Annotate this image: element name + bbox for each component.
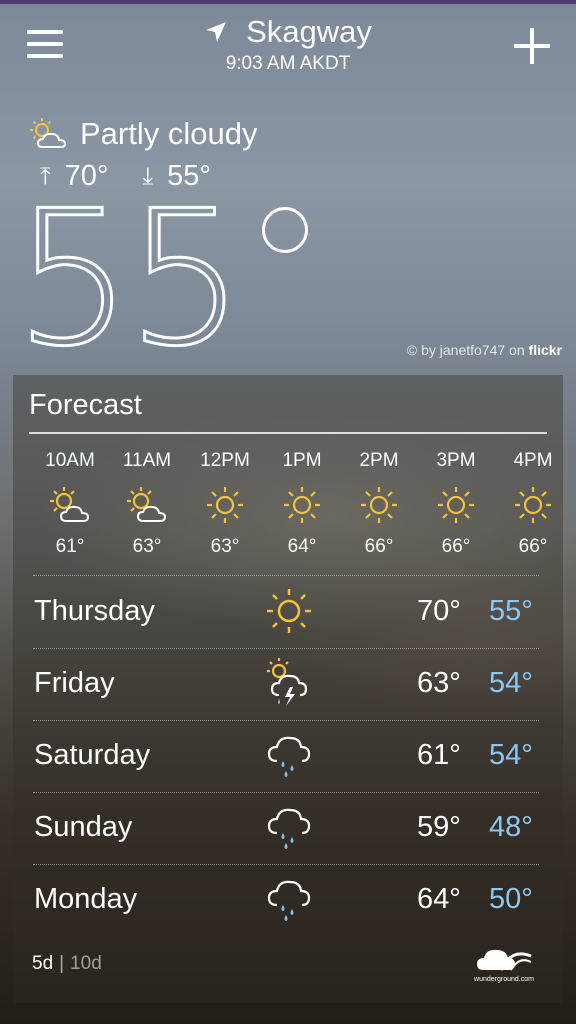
day-low: 48° <box>489 811 533 843</box>
hour-item: 11AM 63° <box>107 450 187 558</box>
wunderground-logo[interactable]: wunderground.com <box>471 942 537 986</box>
location-arrow-icon <box>206 22 227 42</box>
row-separator <box>33 575 539 576</box>
day-name: Friday <box>34 667 115 699</box>
sun-icon <box>267 589 311 633</box>
day-low: 55° <box>489 595 533 627</box>
day-high: 61° <box>417 739 461 771</box>
flickr-logo: flickr <box>528 342 562 358</box>
rain-icon <box>267 736 311 777</box>
day-low: 54° <box>489 667 533 699</box>
status-strip <box>0 0 576 4</box>
wunderground-icon <box>477 949 532 971</box>
hour-item: 2PM 66° <box>339 450 419 558</box>
day-high: 64° <box>417 883 461 915</box>
hour-item: 4PM 66° <box>493 450 563 558</box>
hour-temp: 66° <box>441 536 471 557</box>
condition-text: Partly cloudy <box>80 116 258 151</box>
day-low: 54° <box>489 739 533 771</box>
hour-label: 12PM <box>200 450 250 471</box>
photo-credit[interactable]: © by janetfo747 on flickr <box>407 342 562 358</box>
hour-item: 3PM 66° <box>416 450 496 558</box>
hour-label: 4PM <box>513 450 553 471</box>
day-high: 63° <box>417 667 461 699</box>
hour-label: 3PM <box>436 450 476 471</box>
sun-icon <box>361 487 397 523</box>
hour-label: 11AM <box>122 450 172 471</box>
day-name: Thursday <box>34 595 155 627</box>
hour-label: 10AM <box>45 450 95 471</box>
day-name: Monday <box>34 883 138 915</box>
credit-text: © by janetfo747 on <box>406 342 525 358</box>
daily-row[interactable]: Friday 63° 54° <box>13 649 563 721</box>
thunderstorm-icon <box>267 658 308 706</box>
hour-item: 12PM 63° <box>185 450 265 558</box>
hour-temp: 61° <box>55 536 85 557</box>
daily-row[interactable]: Monday 64° 50° <box>13 865 563 937</box>
daily-row[interactable]: Thursday 70° 55° <box>13 577 563 649</box>
forecast-range-tabs: 5d | 10d <box>32 953 102 975</box>
forecast-panel: Forecast 10AM 61° 11AM 63° 12PM 63° 1PM … <box>13 375 563 1003</box>
forecast-title: Forecast <box>29 389 142 421</box>
hourly-forecast[interactable]: 10AM 61° 11AM 63° 12PM 63° 1PM 64° 2PM 6… <box>13 450 563 560</box>
hour-temp: 63° <box>210 536 240 557</box>
current-temperature: 55 <box>13 170 247 387</box>
day-name: Saturday <box>34 739 151 771</box>
sun-icon <box>207 487 243 523</box>
daily-row[interactable]: Sunday 59° 48° <box>13 793 563 865</box>
daily-row[interactable]: Saturday 61° 54° <box>13 721 563 793</box>
partly-cloudy-icon <box>50 487 90 522</box>
sun-icon <box>438 487 474 523</box>
partly-cloudy-icon <box>30 118 67 148</box>
forecast-divider <box>29 432 547 434</box>
wunderground-text: wunderground.com <box>474 976 534 983</box>
tab-5d[interactable]: 5d <box>32 953 53 974</box>
local-time: 9:03 AM AKDT <box>225 53 351 74</box>
tab-divider: | <box>59 953 65 974</box>
tab-10d[interactable]: 10d <box>70 953 102 974</box>
day-low: 50° <box>489 883 533 915</box>
hour-temp: 64° <box>287 536 317 557</box>
day-high: 59° <box>417 811 461 843</box>
day-name: Sunday <box>34 811 133 843</box>
hour-temp: 66° <box>364 536 394 557</box>
degree-symbol <box>262 207 308 253</box>
hour-item: 10AM 61° <box>30 450 110 558</box>
add-location-button[interactable] <box>514 28 550 64</box>
city-name: Skagway <box>246 14 372 49</box>
location-header: Skagway 9:03 AM AKDT <box>0 14 576 76</box>
hour-temp: 66° <box>518 536 548 557</box>
day-high: 70° <box>417 595 461 627</box>
partly-cloudy-icon <box>127 487 167 522</box>
hour-label: 1PM <box>282 450 322 471</box>
rain-icon <box>267 808 311 849</box>
hour-label: 2PM <box>359 450 399 471</box>
sun-icon <box>515 487 551 523</box>
sun-icon <box>284 487 320 523</box>
hour-temp: 63° <box>132 536 162 557</box>
hour-item: 1PM 64° <box>262 450 342 558</box>
current-condition: Partly cloudy <box>28 116 257 152</box>
rain-icon <box>267 880 311 921</box>
